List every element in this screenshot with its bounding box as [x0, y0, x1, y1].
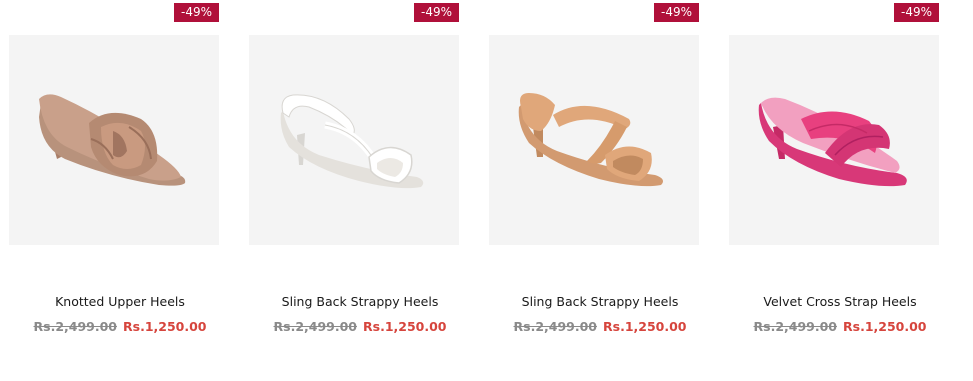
discount-badge: -49%: [173, 3, 219, 22]
product-image[interactable]: [9, 35, 219, 245]
price-row: Rs.2,499.00 Rs.1,250.00: [0, 319, 240, 334]
product-card[interactable]: -49% Knotted Upper Heels Rs.2,499.00 Rs.1…: [0, 0, 240, 381]
product-card[interactable]: -49% Sling Back Strappy Heels Rs.2,499.0…: [480, 0, 720, 381]
price-row: Rs.2,499.00 Rs.1,250.00: [240, 319, 480, 334]
discount-badge: -49%: [893, 3, 939, 22]
product-title[interactable]: Sling Back Strappy Heels: [240, 294, 480, 309]
original-price: Rs.2,499.00: [33, 319, 118, 334]
original-price: Rs.2,499.00: [273, 319, 358, 334]
product-title[interactable]: Knotted Upper Heels: [0, 294, 240, 309]
product-title[interactable]: Sling Back Strappy Heels: [480, 294, 720, 309]
white-slingback-sandal-icon: [280, 94, 424, 189]
knotted-heel-sandal-icon: [39, 94, 186, 186]
original-price: Rs.2,499.00: [753, 319, 838, 334]
sale-price: Rs.1,250.00: [843, 319, 927, 334]
product-card[interactable]: -49% Sling Back Strappy Heels Rs.2,499.0…: [240, 0, 480, 381]
sale-price: Rs.1,250.00: [603, 319, 687, 334]
price-row: Rs.2,499.00 Rs.1,250.00: [720, 319, 960, 334]
discount-badge: -49%: [653, 3, 699, 22]
product-card[interactable]: -49% Velvet Cross Strap Heels Rs.2,499.0…: [720, 0, 960, 381]
product-image[interactable]: [489, 35, 699, 245]
sale-price: Rs.1,250.00: [363, 319, 447, 334]
price-row: Rs.2,499.00 Rs.1,250.00: [480, 319, 720, 334]
sale-price: Rs.1,250.00: [123, 319, 207, 334]
discount-badge: -49%: [413, 3, 459, 22]
pink-cross-strap-sandal-icon: [758, 97, 907, 187]
product-image[interactable]: [729, 35, 939, 245]
product-image[interactable]: [249, 35, 459, 245]
product-grid: -49% Knotted Upper Heels Rs.2,499.00 Rs.1…: [0, 0, 973, 381]
original-price: Rs.2,499.00: [513, 319, 598, 334]
nude-strappy-sandal-icon: [518, 93, 663, 187]
product-title[interactable]: Velvet Cross Strap Heels: [720, 294, 960, 309]
